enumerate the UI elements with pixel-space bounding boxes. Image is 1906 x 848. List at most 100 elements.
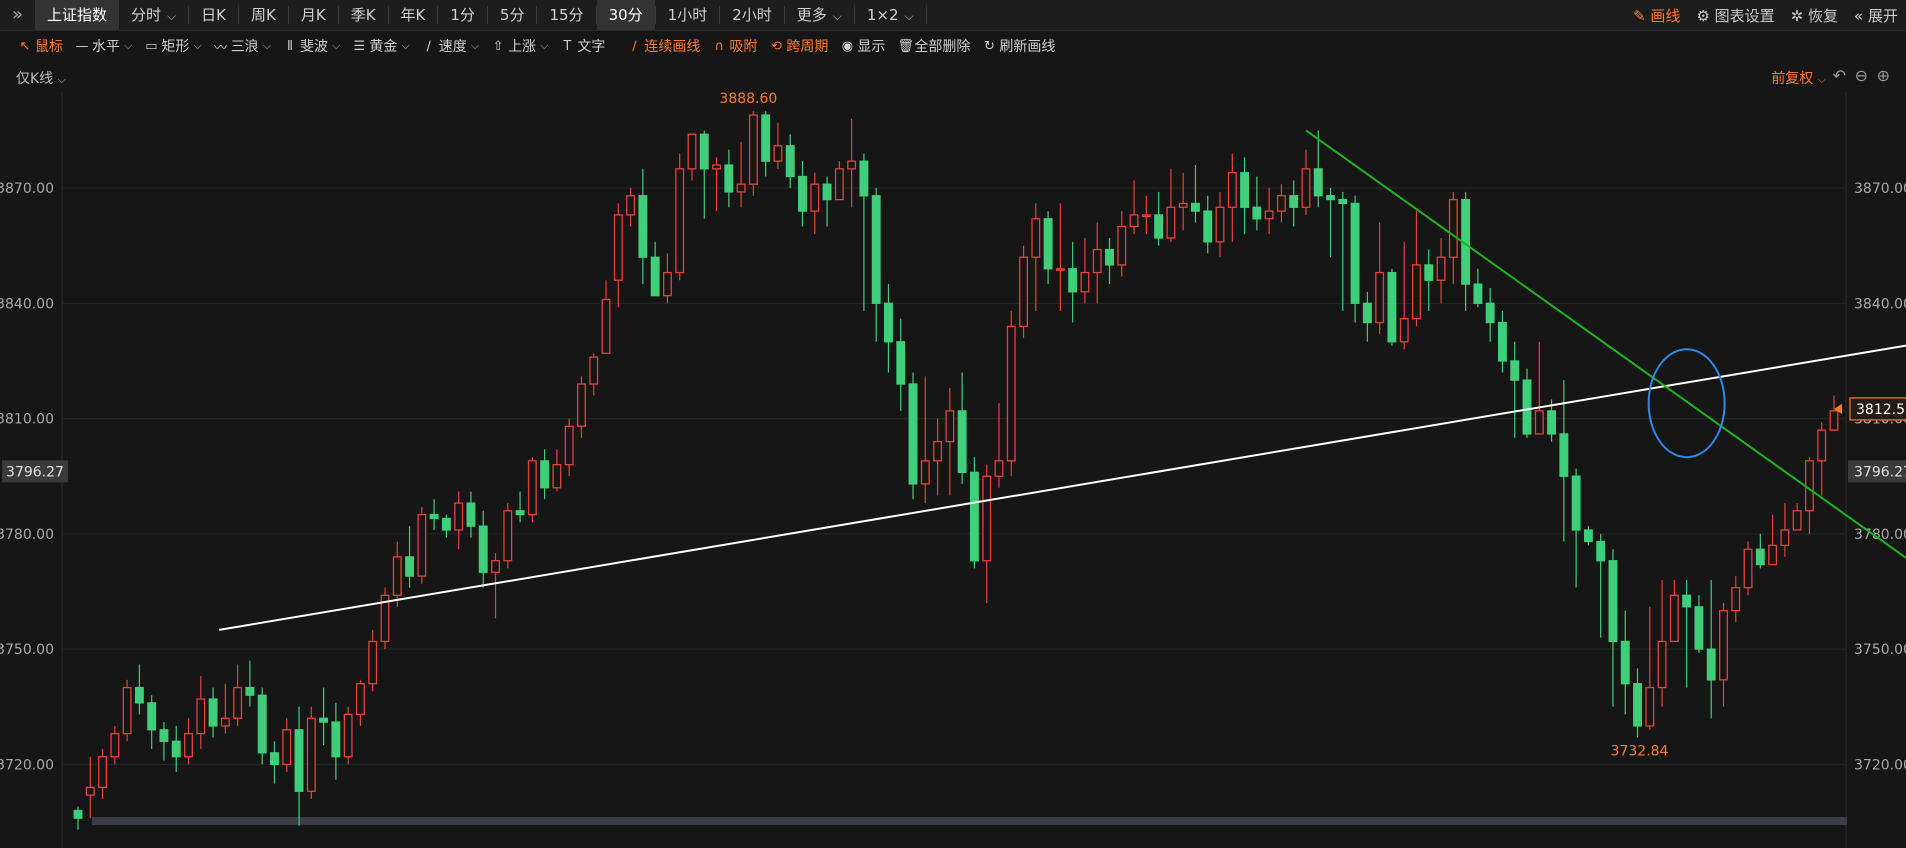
period-tab[interactable]: 日K <box>189 0 238 30</box>
candle-body <box>491 560 500 573</box>
crosshair-price-right: 3796.27 <box>1854 464 1906 480</box>
y-tick-label-right: 3870.00 <box>1854 181 1906 197</box>
period-tab[interactable]: 1小时 <box>656 0 720 30</box>
candle-body <box>1743 548 1753 589</box>
rectangle-icon: ▭ <box>145 38 158 54</box>
period-tab[interactable]: 2小时 <box>720 0 784 30</box>
period-tab[interactable]: 15分 <box>537 0 595 30</box>
zoom-out-icon[interactable]: ⊖ <box>1855 66 1868 85</box>
candle-body <box>294 729 304 792</box>
chevron-down-icon: ⌵ <box>832 9 842 23</box>
period-tab[interactable]: 5分 <box>488 0 537 30</box>
candle-body <box>1362 302 1372 324</box>
candle-body <box>1620 640 1630 685</box>
chevron-down-icon: ⌵ <box>470 39 480 52</box>
candle-body <box>1203 210 1213 243</box>
candle-body <box>1608 560 1618 643</box>
chart-subbar: 仅K线 ⌵ 前复权 ⌵ ↶ ⊖ ⊕ <box>0 64 1906 90</box>
period-tab[interactable]: 季K <box>339 0 388 30</box>
candle-body <box>1596 540 1606 562</box>
candle-body <box>73 809 83 819</box>
time-scrollbar[interactable] <box>92 817 1847 825</box>
draw-tool[interactable]: ◉ 显示 <box>834 36 891 56</box>
horizontal-line-icon: — <box>75 38 89 54</box>
draw-tool[interactable]: 🗑 全部删除 <box>891 36 976 56</box>
collapse-icon[interactable]: » <box>0 0 35 30</box>
chevron-down-icon: ⌵ <box>401 39 410 52</box>
kline-only-dropdown[interactable]: 仅K线 ⌵ <box>16 68 66 88</box>
draw-tool[interactable]: ↻ 刷新画线 <box>976 36 1061 56</box>
high-price-label: 3888.60 <box>719 91 777 107</box>
candle-body <box>1338 198 1348 205</box>
candle-body <box>1522 379 1532 435</box>
kline-chart[interactable]: 3720.003720.003750.003750.003780.003780.… <box>0 0 1906 848</box>
draw-tool[interactable]: ∩ 吸附 <box>706 36 763 56</box>
period-tab[interactable]: 1×2 ⌵ <box>855 0 926 30</box>
candle-body <box>368 640 378 685</box>
top-right-actions: ✎ 画线 ⚙ 图表设置 ✲ 恢复 « 展开 <box>1625 0 1906 30</box>
candle-body <box>527 460 537 516</box>
period-tab[interactable]: 月K <box>289 0 338 30</box>
candle-body <box>871 195 881 304</box>
candle-body <box>503 510 513 562</box>
zoom-in-icon[interactable]: ⊕ <box>1877 66 1890 85</box>
crosshair-price-left: 3796.27 <box>6 464 64 480</box>
period-tab[interactable]: 分时 ⌵ <box>119 0 188 30</box>
draw-tool[interactable]: T 文字 <box>554 36 611 56</box>
draw-button[interactable]: ✎ 画线 <box>1625 5 1688 26</box>
draw-tool[interactable]: ∕ 连续画线 <box>621 36 706 56</box>
draw-tool[interactable]: 〰三浪 ⌵ <box>208 36 277 56</box>
candle-body <box>441 517 451 531</box>
draw-tool[interactable]: ⇧ 上涨 ⌵ <box>485 36 554 56</box>
candle-body <box>417 513 427 577</box>
fibonacci-icon: ⦀ <box>287 38 293 54</box>
draw-tool[interactable]: ↖ 鼠标 <box>12 36 69 56</box>
candle-body <box>1817 429 1827 462</box>
period-toolbar: » 上证指数 分时 ⌵ 日K 周K 月K 季K 年K 1分 5分 15分 30分 1小时 2小时 更多 ⌵ 1… <box>0 0 1906 31</box>
restore-button[interactable]: ✲ 恢复 <box>1783 5 1846 26</box>
candle-body <box>1019 256 1028 328</box>
period-tab[interactable]: 30分 <box>596 0 655 30</box>
chevron-down-icon: ⌵ <box>57 73 66 86</box>
period-tab[interactable]: 1分 <box>438 0 487 30</box>
draw-tool[interactable]: ⦀ 斐波 ⌵ <box>277 36 346 56</box>
magnet-icon: ∩ <box>714 38 725 54</box>
candle-body <box>1105 248 1114 266</box>
expand-button[interactable]: « 展开 <box>1846 5 1906 26</box>
candle-body <box>1755 548 1765 566</box>
chart-settings-button[interactable]: ⚙ 图表设置 <box>1688 5 1782 26</box>
candle-body <box>1657 640 1667 689</box>
draw-tool[interactable]: ▭ 矩形 ⌵ <box>138 36 207 56</box>
candle-body <box>1326 195 1335 201</box>
candle-body <box>748 114 758 185</box>
candle-body <box>405 556 415 577</box>
period-tab[interactable]: 年K <box>389 0 438 30</box>
candle-body <box>687 133 697 170</box>
speed-line-icon: ∕ <box>426 38 431 54</box>
period-tab[interactable]: 周K <box>239 0 288 30</box>
undo-icon[interactable]: ↶ <box>1833 66 1846 85</box>
candle-body <box>98 756 108 789</box>
candle-body <box>478 525 488 573</box>
draw-tool[interactable]: ⟲ 跨周期 <box>763 36 834 56</box>
candle-body <box>429 513 439 520</box>
candle-body <box>454 502 464 531</box>
draw-tool[interactable]: ∕ 速度 ⌵ <box>416 36 485 56</box>
adjust-dropdown[interactable]: 前复权 ⌵ <box>1771 68 1826 88</box>
candle-body <box>884 302 893 343</box>
period-tab[interactable]: 更多 ⌵ <box>785 0 854 30</box>
index-name[interactable]: 上证指数 <box>35 0 120 30</box>
divider <box>925 6 927 24</box>
candle-body <box>515 510 525 516</box>
candle-body <box>110 732 120 758</box>
candle-body <box>699 133 709 170</box>
candle-body <box>306 717 316 792</box>
chevron-down-icon: ⌵ <box>124 39 133 52</box>
candle-body <box>1829 410 1839 431</box>
draw-tool[interactable]: ☰ 黄金 ⌵ <box>346 36 415 56</box>
candle-body <box>810 183 820 212</box>
draw-tool[interactable]: — 水平 ⌵ <box>69 36 138 56</box>
candle-body <box>1190 202 1200 212</box>
candle-body <box>1375 271 1385 324</box>
candle-body <box>1510 360 1520 381</box>
